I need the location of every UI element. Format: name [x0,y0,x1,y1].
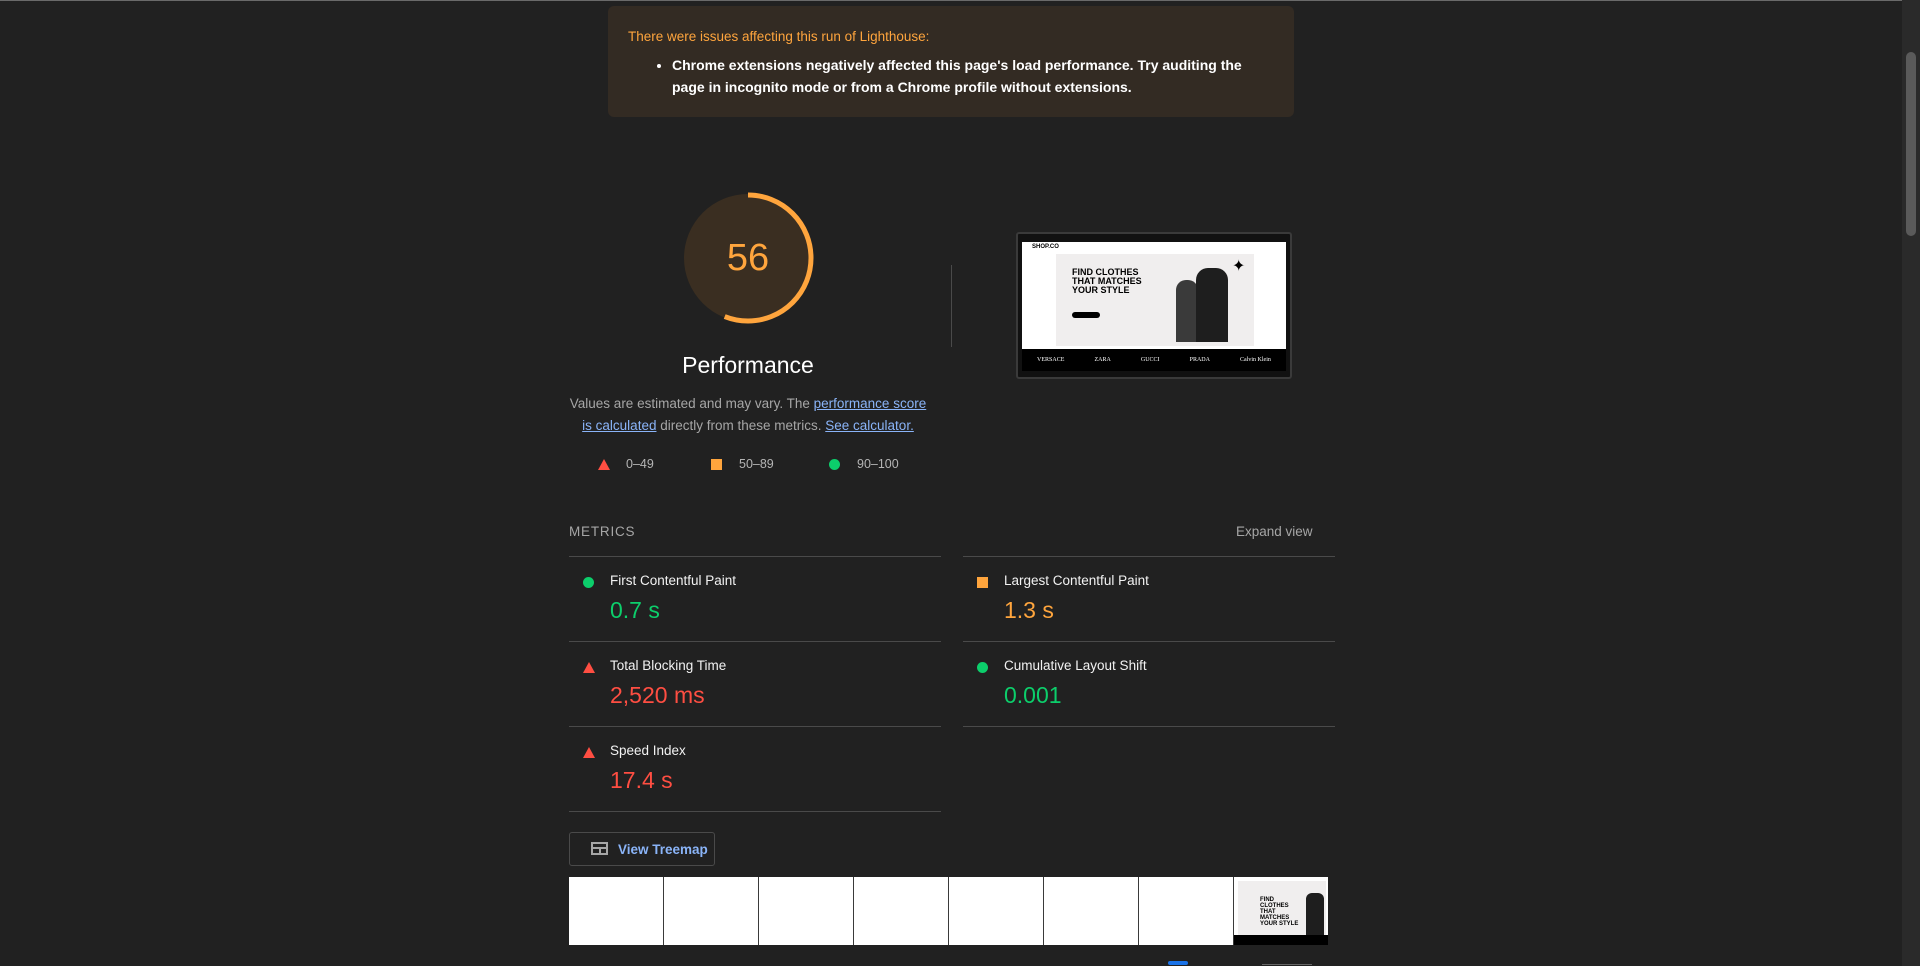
brand-zara: ZARA [1094,357,1111,363]
brand-prada: PRADA [1189,357,1210,363]
metric-cumulative-layout-shift: Cumulative Layout Shift 0.001 [963,641,1335,726]
filmstrip-frame [1044,877,1139,945]
filmstrip-frame-final: FIND CLOTHES THAT MATCHES YOUR STYLE [1234,877,1328,945]
triangle-icon [583,747,595,758]
tab-indicator-secondary [1262,964,1312,965]
screenshot-hero: FIND CLOTHES THAT MATCHES YOUR STYLE ✦ [1056,254,1254,346]
square-icon [977,577,988,588]
expand-view-toggle[interactable]: Expand view [1236,524,1313,539]
view-treemap-button[interactable]: View Treemap [569,832,715,866]
tab-indicator [1168,961,1188,965]
screenshot-brand-bar: VERSACE ZARA GUCCI PRADA Calvin Klein [1022,349,1286,371]
screenshot-shop-button [1072,312,1100,318]
metric-value: 0.7 s [610,597,660,623]
triangle-icon [598,459,610,470]
metric-name: Largest Contentful Paint [1004,573,1149,588]
metric-largest-contentful-paint: Largest Contentful Paint 1.3 s [963,556,1335,641]
view-treemap-label: View Treemap [618,842,708,857]
metric-value: 17.4 s [610,767,673,793]
filmstrip-frame [949,877,1044,945]
brand-gucci: GUCCI [1140,357,1160,363]
screenshot-model-1 [1176,280,1198,342]
filmstrip: FIND CLOTHES THAT MATCHES YOUR STYLE [569,877,1335,945]
warning-title: There were issues affecting this run of … [628,29,930,44]
circle-icon [829,459,840,470]
filmstrip-mini-headline: FIND CLOTHES THAT MATCHES YOUR STYLE [1260,897,1299,927]
metric-value: 1.3 s [1004,597,1054,623]
final-screenshot[interactable]: SHOP.CO FIND CLOTHES THAT MATCHES YOUR S… [1016,232,1292,379]
circle-icon [583,577,594,588]
desc-middle: directly from these metrics. [656,418,826,433]
filmstrip-mini-brand-bar [1234,935,1328,945]
filmstrip-frame [569,877,664,945]
scrollbar-thumb[interactable] [1906,52,1916,236]
desc-prefix: Values are estimated and may vary. The [569,396,814,411]
sparkle-icon: ✦ [1232,258,1246,275]
filmstrip-frame [1139,877,1234,945]
screenshot-logo: SHOP.CO [1032,244,1059,250]
metric-divider [963,726,1335,727]
warning-box: There were issues affecting this run of … [608,6,1294,117]
metric-name: Total Blocking Time [610,658,727,673]
performance-gauge: 56 [680,190,816,326]
scrollbar[interactable] [1902,0,1920,966]
performance-title: Performance [682,352,814,378]
square-icon [711,459,722,470]
treemap-icon [591,842,608,855]
metric-speed-index: Speed Index 17.4 s [569,726,941,811]
metric-name: First Contentful Paint [610,573,737,588]
metric-divider [569,811,941,812]
circle-icon [977,662,988,673]
metric-name: Speed Index [610,743,686,758]
window-top-border [0,0,1902,1]
metric-first-contentful-paint: First Contentful Paint 0.7 s [569,556,941,641]
filmstrip-frame [664,877,759,945]
screenshot-headline: FIND CLOTHES THAT MATCHES YOUR STYLE [1072,267,1142,295]
brand-calvin-klein: Calvin Klein [1240,357,1271,363]
legend-fail-label: 0–49 [626,457,654,471]
filmstrip-frame [759,877,854,945]
brand-versace: VERSACE [1037,357,1065,363]
screenshot-model-2 [1196,268,1228,342]
see-calculator-link[interactable]: See calculator. [825,418,914,433]
metric-name: Cumulative Layout Shift [1004,658,1147,673]
metric-value: 2,520 ms [610,682,705,708]
performance-score: 56 [726,237,770,279]
filmstrip-frame [854,877,949,945]
legend-average-label: 50–89 [739,457,774,471]
legend-pass-label: 90–100 [857,457,899,471]
performance-description: Values are estimated and may vary. The p… [568,393,928,437]
warning-list: Chrome extensions negatively affected th… [628,54,1274,98]
metric-total-blocking-time: Total Blocking Time 2,520 ms [569,641,941,726]
warning-item: Chrome extensions negatively affected th… [672,54,1274,98]
filmstrip-mini-hero: FIND CLOTHES THAT MATCHES YOUR STYLE [1238,881,1326,937]
screenshot-page: SHOP.CO FIND CLOTHES THAT MATCHES YOUR S… [1022,242,1286,371]
triangle-icon [583,662,595,673]
filmstrip-mini-model [1306,893,1324,937]
metric-value: 0.001 [1004,682,1062,708]
vertical-divider [951,265,952,347]
metrics-header: METRICS [569,524,636,539]
